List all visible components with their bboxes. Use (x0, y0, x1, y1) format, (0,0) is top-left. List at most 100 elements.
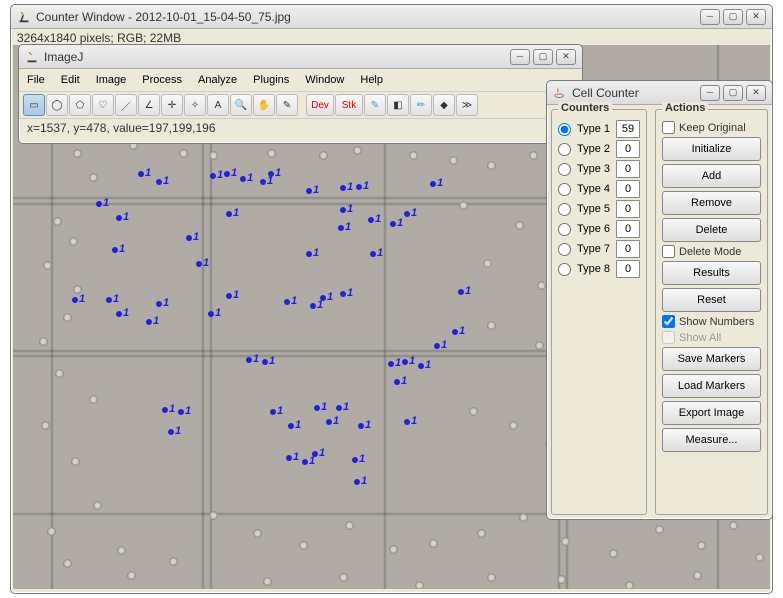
count-marker[interactable] (354, 479, 360, 485)
delete-button[interactable]: Delete (662, 218, 761, 242)
minimize-button[interactable]: ─ (510, 49, 530, 65)
color-picker-tool[interactable]: ✎ (276, 94, 298, 116)
freehand-select-tool[interactable]: ♡ (92, 94, 114, 116)
count-marker[interactable] (388, 361, 394, 367)
count-marker[interactable] (370, 251, 376, 257)
imagej-titlebar[interactable]: ImageJ ─ ▢ ✕ (19, 45, 582, 69)
maximize-button[interactable]: ▢ (723, 9, 743, 25)
counter-window-titlebar[interactable]: Counter Window - 2012-10-01_15-04-50_75.… (11, 5, 772, 29)
count-marker[interactable] (302, 459, 308, 465)
counter-radio-6[interactable] (558, 223, 571, 236)
count-marker[interactable] (284, 299, 290, 305)
counter-type-1[interactable]: Type 159 (558, 120, 640, 138)
count-marker[interactable] (338, 225, 344, 231)
count-marker[interactable] (458, 289, 464, 295)
menu-analyze[interactable]: Analyze (198, 74, 237, 86)
count-marker[interactable] (326, 419, 332, 425)
count-marker[interactable] (156, 301, 162, 307)
menu-file[interactable]: File (27, 74, 45, 86)
count-marker[interactable] (418, 363, 424, 369)
count-marker[interactable] (340, 207, 346, 213)
more-tools[interactable]: ≫ (456, 94, 478, 116)
counter-type-7[interactable]: Type 70 (558, 240, 640, 258)
count-marker[interactable] (320, 295, 326, 301)
hand-tool[interactable]: ✋ (253, 94, 275, 116)
count-marker[interactable] (116, 215, 122, 221)
counter-radio-2[interactable] (558, 143, 571, 156)
add-button[interactable]: Add (662, 164, 761, 188)
save-markers-button[interactable]: Save Markers (662, 347, 761, 371)
lut-tool[interactable]: ◧ (387, 94, 409, 116)
rect-select-tool[interactable]: ▭ (23, 94, 45, 116)
count-marker[interactable] (402, 359, 408, 365)
results-button[interactable]: Results (662, 261, 761, 285)
pencil-tool[interactable]: ✏ (410, 94, 432, 116)
menu-process[interactable]: Process (142, 74, 182, 86)
minimize-button[interactable]: ─ (700, 9, 720, 25)
count-marker[interactable] (72, 297, 78, 303)
count-marker[interactable] (106, 297, 112, 303)
count-marker[interactable] (312, 451, 318, 457)
polygon-select-tool[interactable]: ⬠ (69, 94, 91, 116)
close-button[interactable]: ✕ (556, 49, 576, 65)
count-marker[interactable] (340, 291, 346, 297)
count-marker[interactable] (240, 176, 246, 182)
count-marker[interactable] (356, 184, 362, 190)
count-marker[interactable] (226, 293, 232, 299)
counter-radio-4[interactable] (558, 183, 571, 196)
counter-type-3[interactable]: Type 30 (558, 160, 640, 178)
minimize-button[interactable]: ─ (700, 85, 720, 101)
menu-plugins[interactable]: Plugins (253, 74, 289, 86)
dev-tool[interactable]: Dev (306, 94, 334, 116)
counter-type-8[interactable]: Type 80 (558, 260, 640, 278)
count-marker[interactable] (286, 455, 292, 461)
count-marker[interactable] (390, 221, 396, 227)
count-marker[interactable] (116, 311, 122, 317)
count-marker[interactable] (112, 247, 118, 253)
menu-window[interactable]: Window (305, 74, 344, 86)
counter-type-2[interactable]: Type 20 (558, 140, 640, 158)
angle-tool[interactable]: ∠ (138, 94, 160, 116)
count-marker[interactable] (210, 173, 216, 179)
count-marker[interactable] (162, 407, 168, 413)
count-marker[interactable] (146, 319, 152, 325)
count-marker[interactable] (352, 457, 358, 463)
text-tool[interactable]: A (207, 94, 229, 116)
count-marker[interactable] (196, 261, 202, 267)
counter-type-4[interactable]: Type 40 (558, 180, 640, 198)
maximize-button[interactable]: ▢ (533, 49, 553, 65)
counter-radio-5[interactable] (558, 203, 571, 216)
count-marker[interactable] (434, 343, 440, 349)
zoom-tool[interactable]: 🔍 (230, 94, 252, 116)
count-marker[interactable] (358, 423, 364, 429)
count-marker[interactable] (394, 379, 400, 385)
counter-type-5[interactable]: Type 50 (558, 200, 640, 218)
brush-tool[interactable]: ✎ (364, 94, 386, 116)
count-marker[interactable] (306, 251, 312, 257)
count-marker[interactable] (306, 188, 312, 194)
counter-radio-1[interactable] (558, 123, 571, 136)
menu-help[interactable]: Help (360, 74, 383, 86)
count-marker[interactable] (404, 211, 410, 217)
load-markers-button[interactable]: Load Markers (662, 374, 761, 398)
counter-radio-8[interactable] (558, 263, 571, 276)
initialize-button[interactable]: Initialize (662, 137, 761, 161)
count-marker[interactable] (178, 409, 184, 415)
maximize-button[interactable]: ▢ (723, 85, 743, 101)
stk-tool[interactable]: Stk (335, 94, 363, 116)
point-tool[interactable]: ✛ (161, 94, 183, 116)
line-tool[interactable]: ／ (115, 94, 137, 116)
count-marker[interactable] (168, 429, 174, 435)
close-button[interactable]: ✕ (746, 85, 766, 101)
count-marker[interactable] (262, 359, 268, 365)
count-marker[interactable] (270, 409, 276, 415)
export-image-button[interactable]: Export Image (662, 401, 761, 425)
measure-button[interactable]: Measure... (662, 428, 761, 452)
count-marker[interactable] (156, 179, 162, 185)
remove-button[interactable]: Remove (662, 191, 761, 215)
count-marker[interactable] (208, 311, 214, 317)
count-marker[interactable] (260, 179, 266, 185)
count-marker[interactable] (340, 185, 346, 191)
count-marker[interactable] (310, 303, 316, 309)
count-marker[interactable] (314, 405, 320, 411)
